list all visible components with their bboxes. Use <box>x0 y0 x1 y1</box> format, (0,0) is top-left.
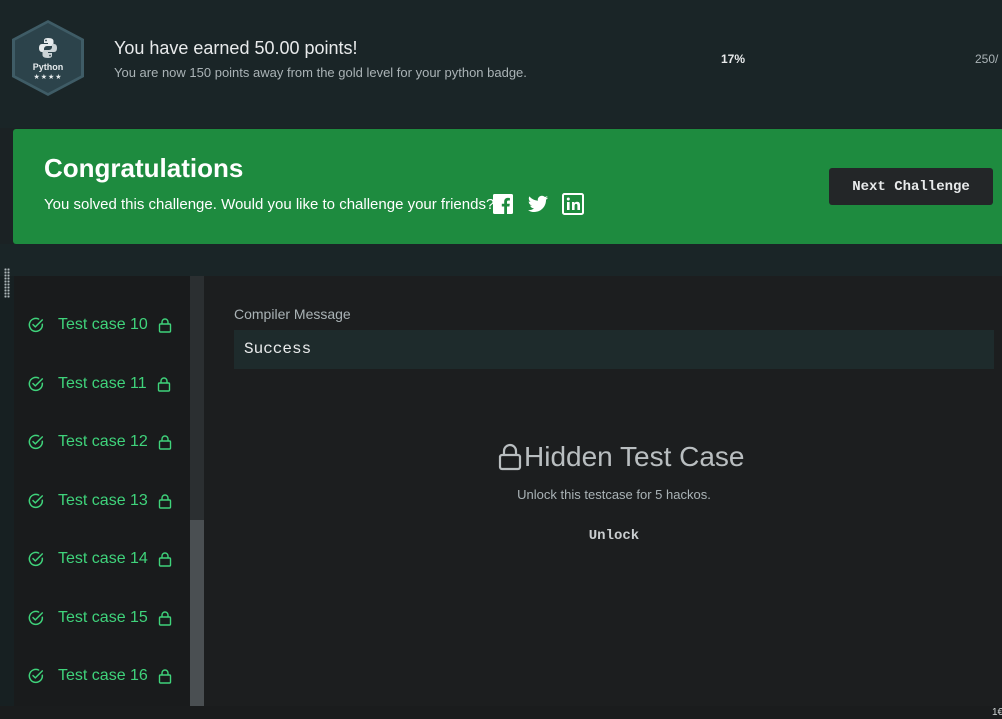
test-case-item[interactable]: Test case 14 <box>28 547 172 571</box>
hidden-test-case-title: Hidden Test Case <box>524 441 745 472</box>
test-case-label: Test case 13 <box>58 492 148 509</box>
test-case-item[interactable]: Test case 11 <box>28 372 171 396</box>
test-case-item[interactable]: Test case 13 <box>28 489 172 513</box>
compiler-message-value: Success <box>244 340 312 358</box>
python-logo-icon <box>39 38 57 58</box>
progress-percent: 17% <box>721 52 746 66</box>
lock-icon <box>158 435 172 450</box>
twitter-icon[interactable] <box>527 193 549 215</box>
lock-icon <box>158 318 172 333</box>
test-case-label: Test case 12 <box>58 433 148 450</box>
test-case-item[interactable]: Test case 15 <box>28 606 172 630</box>
test-case-label: Test case 16 <box>58 667 148 684</box>
check-circle-icon <box>28 376 44 392</box>
hidden-test-case-subtitle: Unlock this testcase for 5 hackos. <box>517 487 711 502</box>
unlock-button[interactable]: Unlock <box>234 528 994 544</box>
congratulations-banner: Congratulations You solved this challeng… <box>13 129 1002 244</box>
badge-label: Python <box>32 62 64 72</box>
left-rail <box>0 276 14 706</box>
scrollbar-thumb[interactable] <box>190 520 204 706</box>
lock-icon <box>158 552 172 567</box>
facebook-icon[interactable] <box>492 193 514 215</box>
test-case-label: Test case 14 <box>58 550 148 567</box>
test-case-item[interactable]: Test case 16 <box>28 664 172 688</box>
congrats-title: Congratulations <box>44 153 244 183</box>
corner-text: 1€ <box>992 707 1002 718</box>
lock-icon <box>158 494 172 509</box>
resize-handle[interactable] <box>4 268 10 298</box>
check-circle-icon <box>28 668 44 684</box>
check-circle-icon <box>28 317 44 333</box>
test-case-label: Test case 10 <box>58 316 148 333</box>
progress-total: 250/ <box>975 52 999 66</box>
linkedin-icon[interactable] <box>562 193 584 215</box>
points-earned-title: You have earned 50.00 points! <box>114 38 358 58</box>
test-case-item[interactable]: Test case 10 <box>28 313 172 337</box>
check-circle-icon <box>28 434 44 450</box>
hidden-test-case-heading: Hidden Test Case <box>498 440 745 474</box>
check-circle-icon <box>28 551 44 567</box>
congrats-subtitle: You solved this challenge. Would you lik… <box>44 196 495 213</box>
lock-icon <box>158 611 172 626</box>
test-case-label: Test case 15 <box>58 609 148 626</box>
points-earned-subtitle: You are now 150 points away from the gol… <box>114 65 527 80</box>
lock-icon <box>157 377 170 392</box>
check-circle-icon <box>28 610 44 626</box>
check-circle-icon <box>28 493 44 509</box>
compiler-message-box: Success <box>234 330 994 369</box>
badge-bar <box>0 0 1002 128</box>
badge-stars: ★★★★ <box>33 74 63 81</box>
test-case-item[interactable]: Test case 12 <box>28 430 172 454</box>
results-header-strip <box>0 244 1002 276</box>
lock-icon <box>158 669 172 684</box>
lock-icon <box>498 443 522 471</box>
compiler-message-label: Compiler Message <box>234 306 351 322</box>
status-bar <box>0 706 1002 719</box>
test-case-label: Test case 11 <box>58 375 147 392</box>
next-challenge-button[interactable]: Next Challenge <box>829 168 993 205</box>
